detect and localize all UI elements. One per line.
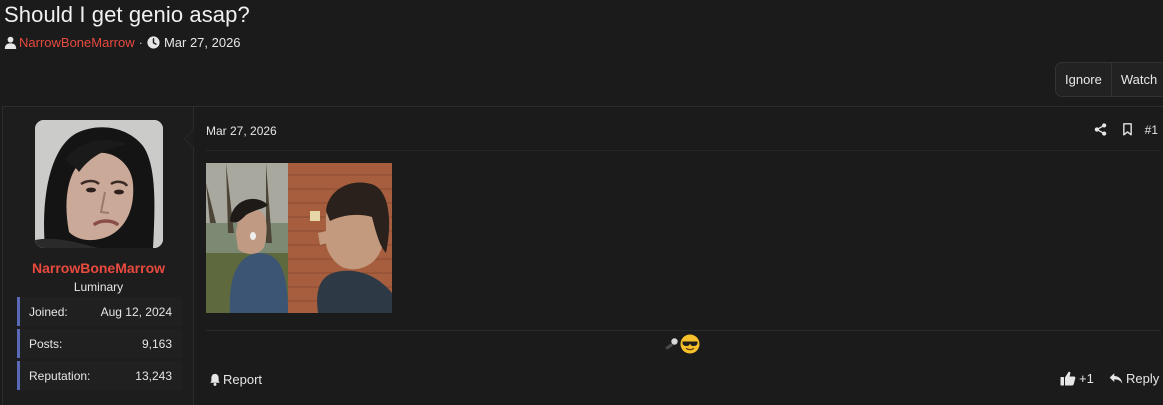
stat-label: Posts:: [29, 336, 63, 351]
share-button[interactable]: [1087, 121, 1114, 138]
post-header-divider: [206, 150, 1161, 151]
user-stat-reputation: Reputation: 13,243: [17, 361, 182, 390]
report-label: Report: [223, 372, 263, 387]
ignore-button[interactable]: Ignore: [1056, 63, 1111, 96]
stat-label: Reputation:: [29, 368, 91, 383]
stat-label: Joined:: [29, 304, 68, 319]
bookmark-icon: [1122, 123, 1132, 136]
like-button[interactable]: +1: [1060, 371, 1094, 386]
post-image-attachment[interactable]: [206, 163, 392, 313]
post-number-link[interactable]: #1: [1145, 123, 1158, 137]
thread-author-link[interactable]: NarrowBoneMarrow: [19, 35, 135, 50]
user-stat-posts: Posts: 9,163: [17, 329, 182, 358]
stat-value: Aug 12, 2024: [100, 304, 172, 319]
post-date[interactable]: Mar 27, 2026: [206, 124, 277, 138]
sunglasses-emoji-icon: [680, 334, 700, 354]
clock-icon: [147, 36, 160, 49]
post-footer-divider: [206, 330, 1161, 331]
like-count: +1: [1079, 371, 1094, 386]
mic-icon: [665, 338, 678, 350]
reply-icon: [1109, 373, 1123, 384]
reactions-bar[interactable]: [663, 334, 700, 354]
report-button[interactable]: Report: [209, 372, 262, 387]
thread-meta: NarrowBoneMarrow · Mar 27, 2026: [4, 35, 241, 50]
stat-value: 9,163: [141, 336, 172, 351]
reply-label: Reply: [1126, 371, 1160, 386]
watch-button[interactable]: Watch: [1110, 63, 1163, 96]
user-sidebar: NarrowBoneMarrow Luminary Joined: Aug 12…: [3, 107, 194, 405]
stat-value: 13,243: [135, 368, 172, 383]
avatar[interactable]: [35, 120, 163, 248]
post-arrow-inner: [185, 130, 194, 148]
bookmark-button[interactable]: [1114, 121, 1141, 138]
meta-separator: ·: [138, 35, 143, 50]
post: NarrowBoneMarrow Luminary Joined: Aug 12…: [2, 106, 1163, 405]
user-stat-joined: Joined: Aug 12, 2024: [17, 297, 182, 326]
thread-actions: Ignore Watch: [1055, 62, 1163, 97]
reply-button[interactable]: Reply: [1109, 371, 1159, 386]
bell-icon: [210, 373, 220, 386]
share-icon: [1094, 123, 1106, 136]
thumbs-up-icon: [1060, 371, 1076, 386]
post-username[interactable]: NarrowBoneMarrow: [3, 260, 194, 276]
user-title: Luminary: [73, 280, 124, 294]
post-header-actions: #1: [1087, 121, 1158, 138]
thread-date[interactable]: Mar 27, 2026: [164, 35, 241, 50]
thread-title: Should I get genio asap?: [4, 2, 250, 27]
user-icon: [4, 36, 17, 49]
